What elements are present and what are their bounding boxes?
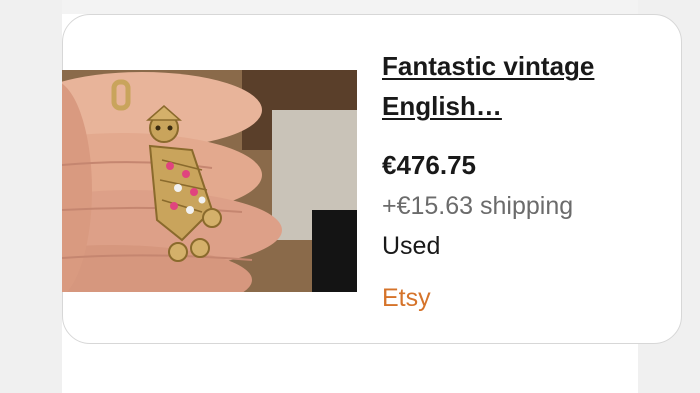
- listing-image[interactable]: [62, 70, 357, 292]
- pendant-photo: [62, 70, 357, 292]
- shipping-cost: +€15.63 shipping: [382, 192, 574, 220]
- item-condition: Used: [382, 232, 441, 260]
- previous-item-edge: [62, 0, 638, 14]
- listing-title-link[interactable]: Fantastic vintage English…: [382, 46, 632, 126]
- seller-name: Etsy: [382, 284, 431, 312]
- listing-price: €476.75: [382, 150, 476, 180]
